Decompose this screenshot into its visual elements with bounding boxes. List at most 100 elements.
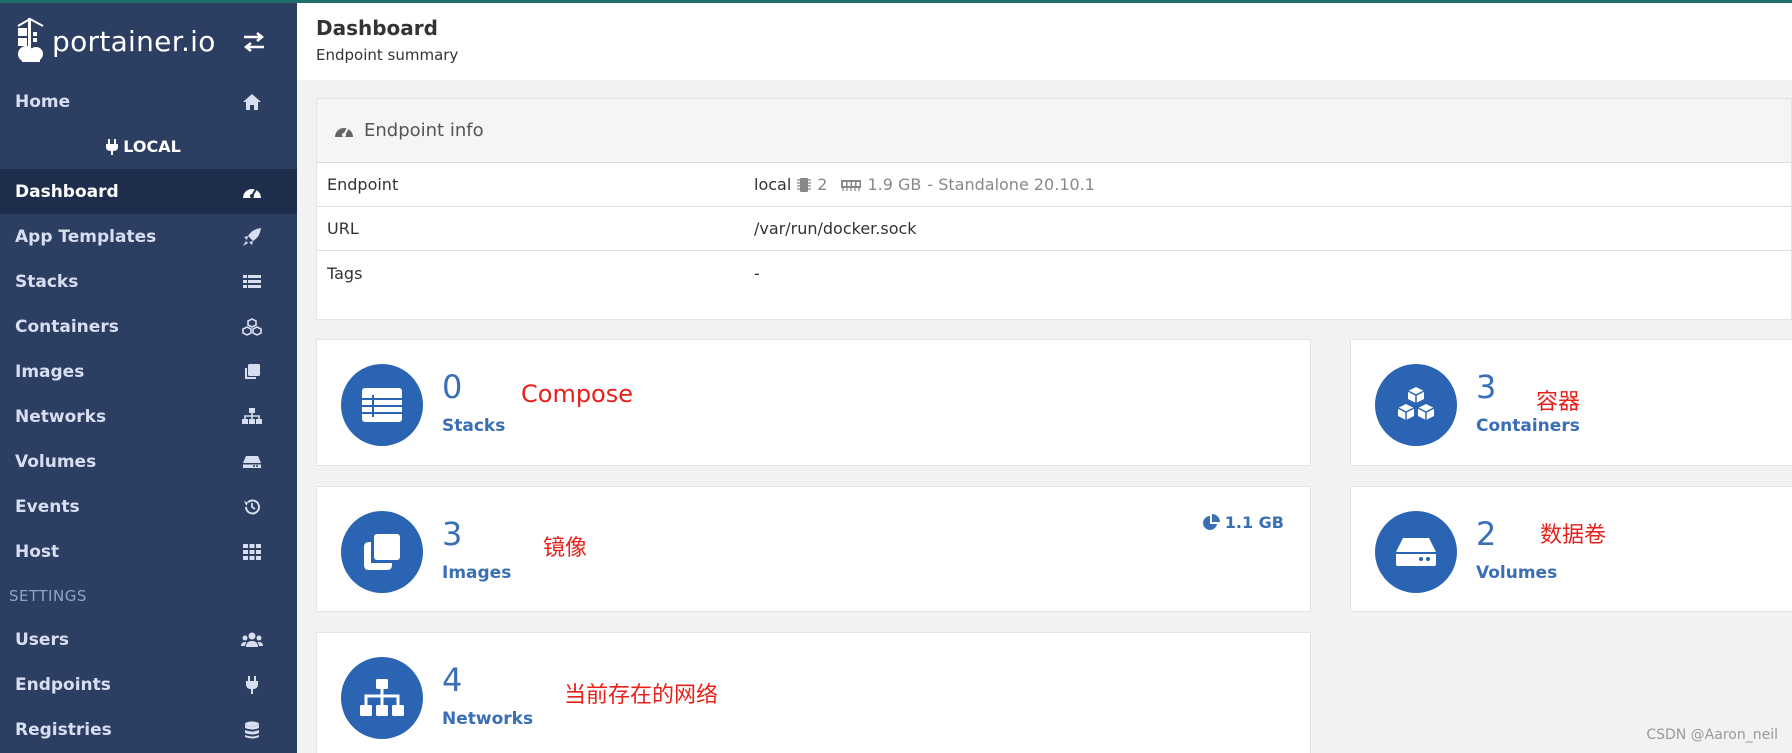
clone-icon bbox=[364, 534, 400, 570]
sidebar-item-containers[interactable]: Containers bbox=[0, 304, 297, 349]
volumes-card[interactable]: 2 Volumes 数据卷 bbox=[1350, 486, 1792, 612]
sidebar: portainer.io Home LOCAL Dashboard App Te… bbox=[0, 3, 297, 753]
info-row-url: URL /var/run/docker.sock bbox=[317, 207, 1791, 251]
endpoint-name-value: local bbox=[754, 175, 792, 194]
home-icon bbox=[241, 92, 263, 112]
sidebar-item-label: App Templates bbox=[15, 226, 157, 247]
th-icon bbox=[241, 542, 263, 562]
networks-count: 4 bbox=[442, 661, 463, 699]
volumes-count: 2 bbox=[1476, 515, 1497, 553]
containers-card[interactable]: 3 Containers 容器 bbox=[1350, 339, 1792, 466]
stacks-annotation: Compose bbox=[521, 380, 634, 408]
images-annotation: 镜像 bbox=[543, 536, 588, 561]
volumes-card-icon-circle bbox=[1375, 511, 1457, 593]
plug-icon bbox=[106, 138, 119, 155]
sidebar-item-dashboard[interactable]: Dashboard bbox=[0, 169, 297, 214]
database-icon bbox=[241, 720, 263, 740]
info-value: - bbox=[754, 263, 760, 283]
sidebar-item-label: Registries bbox=[15, 719, 112, 740]
images-card-icon-circle bbox=[341, 511, 423, 593]
microchip-icon bbox=[797, 177, 812, 192]
sidebar-item-label: Events bbox=[15, 496, 80, 517]
hdd-icon bbox=[1396, 538, 1436, 566]
stacks-card-icon-circle bbox=[341, 364, 423, 446]
brand-name: portainer.io bbox=[52, 24, 216, 58]
sidebar-item-users[interactable]: Users bbox=[0, 617, 297, 662]
containers-label: Containers bbox=[1476, 416, 1580, 436]
sidebar-item-label: Networks bbox=[15, 406, 107, 427]
sidebar-toggle-icon[interactable] bbox=[241, 31, 267, 53]
dashboard-icon bbox=[241, 182, 263, 202]
list-icon bbox=[362, 388, 402, 422]
containers-card-icon-circle bbox=[1375, 364, 1457, 446]
stacks-card[interactable]: 0 Stacks Compose bbox=[316, 339, 1311, 466]
history-icon bbox=[241, 497, 263, 517]
sidebar-item-endpoints[interactable]: Endpoints bbox=[0, 662, 297, 707]
sidebar-item-label: Stacks bbox=[15, 271, 79, 292]
rocket-icon bbox=[241, 227, 263, 247]
page-subtitle: Endpoint summary bbox=[316, 46, 459, 64]
clone-icon bbox=[241, 362, 263, 382]
images-count: 3 bbox=[442, 515, 463, 553]
hdd-icon bbox=[241, 452, 263, 472]
sidebar-item-label: Containers bbox=[15, 316, 119, 337]
networks-card[interactable]: 4 Networks 当前存在的网络 bbox=[316, 632, 1311, 753]
sidebar-item-registries[interactable]: Registries bbox=[0, 707, 297, 752]
info-value: /var/run/docker.sock bbox=[754, 219, 917, 238]
info-key: URL bbox=[327, 219, 359, 238]
memory-size: 1.9 GB bbox=[867, 175, 922, 194]
plug-icon bbox=[241, 675, 263, 695]
images-total-size: 1.1 GB bbox=[1202, 513, 1284, 532]
networks-label: Networks bbox=[442, 709, 534, 729]
memory-icon bbox=[841, 179, 862, 191]
sidebar-item-label: Users bbox=[15, 629, 69, 650]
sidebar-item-label: Home bbox=[15, 91, 71, 112]
users-icon bbox=[241, 630, 263, 650]
docker-mode-version: - Standalone 20.10.1 bbox=[927, 175, 1095, 194]
images-size-value: 1.1 GB bbox=[1224, 513, 1284, 532]
info-value: local 2 1.9 GB - Standalone 20.10.1 bbox=[754, 175, 1791, 194]
sidebar-item-volumes[interactable]: Volumes bbox=[0, 439, 297, 484]
info-row-endpoint: Endpoint local 2 1.9 GB - Standalone 20.… bbox=[317, 163, 1791, 207]
watermark: CSDN @Aaron_neil bbox=[1646, 727, 1778, 743]
networks-card-icon-circle bbox=[341, 657, 423, 739]
images-label: Images bbox=[442, 563, 512, 583]
current-endpoint: LOCAL bbox=[0, 124, 297, 169]
page-title: Dashboard bbox=[316, 16, 438, 40]
sidebar-item-app-templates[interactable]: App Templates bbox=[0, 214, 297, 259]
cubes-icon bbox=[1397, 387, 1435, 420]
sidebar-item-label: Images bbox=[15, 361, 85, 382]
stacks-label: Stacks bbox=[442, 416, 506, 436]
sidebar-item-home[interactable]: Home bbox=[0, 79, 297, 124]
networks-annotation: 当前存在的网络 bbox=[564, 683, 719, 708]
logo[interactable]: portainer.io bbox=[0, 3, 297, 79]
page-header: Dashboard Endpoint summary bbox=[297, 3, 1792, 80]
list-icon bbox=[241, 272, 263, 292]
volumes-label: Volumes bbox=[1476, 563, 1558, 583]
sidebar-item-host[interactable]: Host bbox=[0, 529, 297, 574]
stacks-count: 0 bbox=[442, 368, 463, 406]
containers-count: 3 bbox=[1476, 368, 1497, 406]
sidebar-item-images[interactable]: Images bbox=[0, 349, 297, 394]
portainer-logo-icon bbox=[17, 17, 44, 62]
sitemap-icon bbox=[360, 679, 404, 716]
dashboard-icon bbox=[335, 127, 353, 137]
images-card[interactable]: 3 Images 镜像 1.1 GB bbox=[316, 486, 1311, 612]
sidebar-item-label: Dashboard bbox=[15, 181, 119, 202]
endpoint-info-title: Endpoint info bbox=[364, 120, 484, 141]
endpoint-info-header: Endpoint info bbox=[317, 99, 1791, 163]
sidebar-item-label: Endpoints bbox=[15, 674, 111, 695]
endpoint-name: LOCAL bbox=[123, 137, 181, 156]
sitemap-icon bbox=[241, 407, 263, 427]
cpu-count: 2 bbox=[817, 175, 828, 194]
sidebar-item-stacks[interactable]: Stacks bbox=[0, 259, 297, 304]
sidebar-item-events[interactable]: Events bbox=[0, 484, 297, 529]
endpoint-info-widget: Endpoint info Endpoint local 2 1.9 GB - … bbox=[316, 98, 1792, 320]
sidebar-item-label: Volumes bbox=[15, 451, 97, 472]
containers-annotation: 容器 bbox=[1536, 390, 1581, 415]
info-key: Endpoint bbox=[327, 175, 399, 194]
info-key: Tags bbox=[327, 263, 363, 283]
sidebar-item-networks[interactable]: Networks bbox=[0, 394, 297, 439]
cubes-icon bbox=[241, 317, 263, 337]
settings-section-title: SETTINGS bbox=[9, 586, 87, 605]
